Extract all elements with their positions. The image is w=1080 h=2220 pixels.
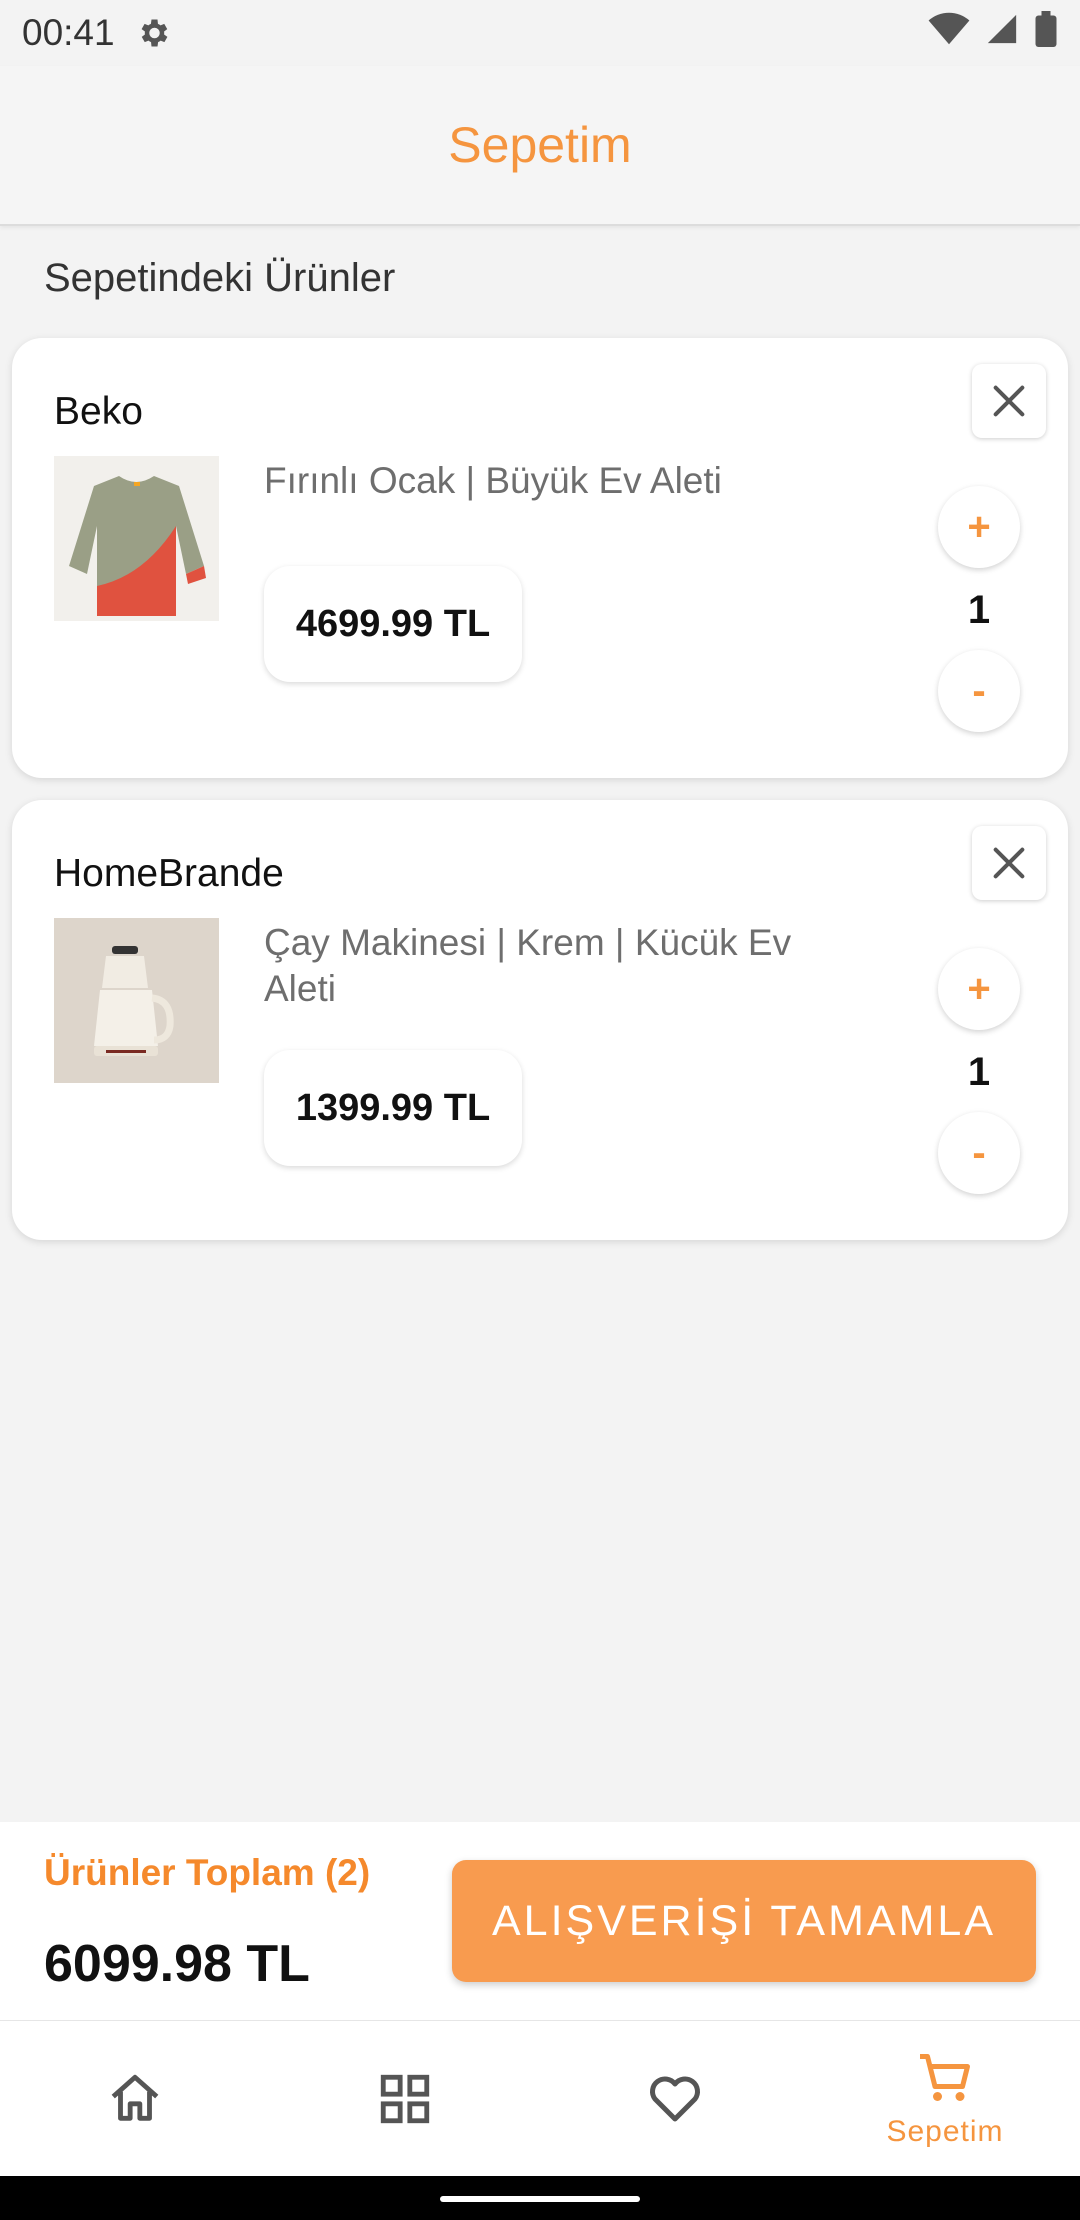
cart-item-card: HomeBrande Çay Makinesi | Krem | Kücük E… [12,800,1068,1240]
home-icon [111,2074,159,2121]
checkout-button[interactable]: ALIŞVERİŞİ TAMAMLA [452,1860,1036,1982]
nav-cart[interactable]: Sepetim [810,2021,1080,2176]
nav-categories[interactable] [270,2021,540,2176]
signal-icon [984,12,1020,55]
product-image-sweatshirt[interactable] [54,456,219,621]
nav-cart-label: Sepetim [886,2114,1004,2148]
wifi-icon [928,12,970,55]
item-quantity: 1 [967,1050,991,1094]
close-icon [993,847,1025,879]
status-bar: 00:41 [0,0,1080,66]
nav-home[interactable] [0,2021,270,2176]
gesture-bar [0,2176,1080,2220]
item-quantity: 1 [967,588,991,632]
page-title: Sepetim [448,117,632,173]
cart-summary: Ürünler Toplam (2) 6099.98 TL ALIŞVERİŞİ… [0,1822,1080,2020]
status-time: 00:41 [22,12,115,53]
decrease-quantity-button[interactable]: - [938,650,1020,732]
section-title: Sepetindeki Ürünler [44,256,396,300]
battery-icon [1034,10,1058,56]
item-brand: Beko [54,390,143,433]
product-image-tea-maker[interactable] [54,918,219,1083]
total-label: Ürünler Toplam (2) [44,1852,371,1893]
item-price: 4699.99 TL [264,566,522,682]
item-brand: HomeBrande [54,852,284,895]
close-icon [993,385,1025,417]
remove-item-button[interactable] [972,826,1046,900]
item-price: 1399.99 TL [264,1050,522,1166]
gear-icon [135,15,171,51]
increase-quantity-button[interactable]: + [938,486,1020,568]
cart-item-card: Beko Fırınlı Ocak | Büyük Ev Aleti 4699.… [12,338,1068,778]
grid-icon [380,2074,430,2123]
nav-favorites[interactable] [540,2021,810,2176]
cart-icon [920,2053,970,2101]
total-amount: 6099.98 TL [44,1935,310,1993]
app-bar: Sepetim [0,66,1080,226]
home-indicator[interactable] [440,2196,640,2202]
increase-quantity-button[interactable]: + [938,948,1020,1030]
heart-icon [650,2076,700,2121]
bottom-navigation: Sepetim [0,2020,1080,2176]
decrease-quantity-button[interactable]: - [938,1112,1020,1194]
item-name: Çay Makinesi | Krem | Kücük Ev Aleti [264,922,792,1009]
item-name: Fırınlı Ocak | Büyük Ev Aleti [264,460,722,501]
remove-item-button[interactable] [972,364,1046,438]
